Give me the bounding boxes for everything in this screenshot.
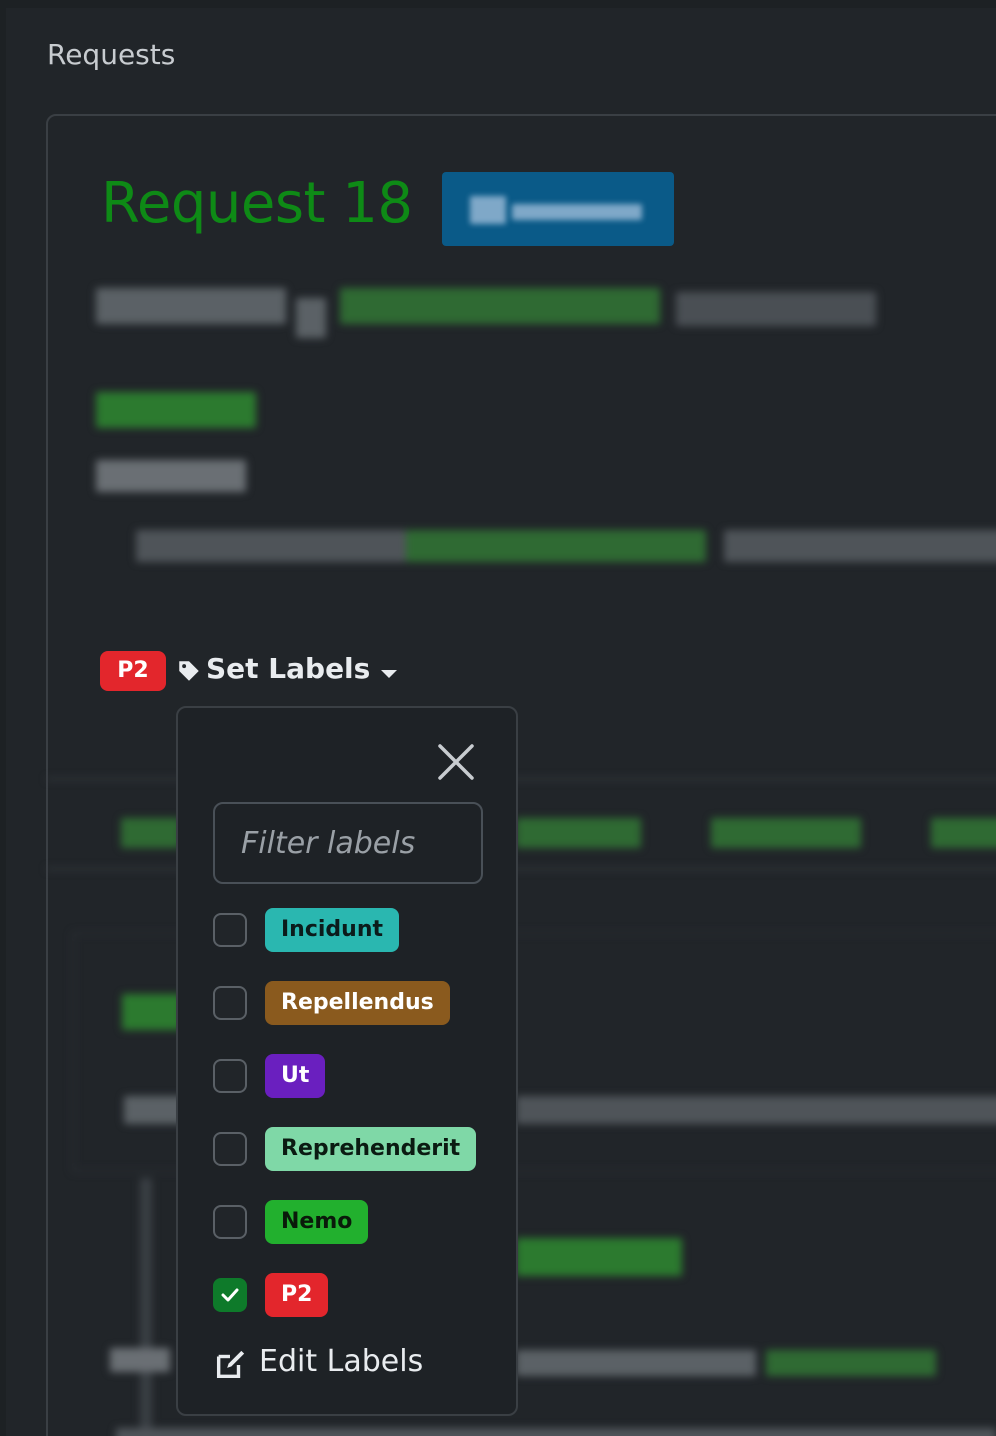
label-chip: Ut <box>265 1054 326 1098</box>
label-chip: Nemo <box>265 1200 369 1244</box>
tag-icon <box>179 661 199 681</box>
close-icon[interactable] <box>436 742 476 782</box>
set-labels-button[interactable]: Set Labels <box>206 652 370 685</box>
label-checkbox[interactable] <box>213 1132 247 1166</box>
label-checkbox[interactable] <box>213 1059 247 1093</box>
chevron-down-icon[interactable] <box>381 670 397 678</box>
label-chip: Reprehenderit <box>265 1127 477 1171</box>
edit-icon <box>216 1350 245 1379</box>
label-chip: Incidunt <box>265 908 400 952</box>
label-option[interactable]: Repellendus <box>213 981 493 1027</box>
label-badge-p2: P2 <box>100 651 166 691</box>
labels-dropdown: Incidunt Repellendus Ut Reprehenderit Nemo P2… <box>176 706 518 1416</box>
label-checkbox[interactable] <box>213 1205 247 1239</box>
check-icon <box>221 1288 239 1302</box>
edit-labels-label: Edit Labels <box>259 1344 424 1379</box>
status-badge <box>442 172 674 246</box>
label-option[interactable]: Incidunt <box>213 908 493 954</box>
label-option[interactable]: Reprehenderit <box>213 1127 493 1173</box>
page-frame: Requests Request 18 P2 Set Labels Filter… <box>6 8 996 1436</box>
label-checkbox[interactable] <box>213 913 247 947</box>
breadcrumb[interactable]: Requests <box>47 38 175 71</box>
label-chip: Repellendus <box>265 981 450 1025</box>
page-title: Request 18 <box>101 171 413 236</box>
label-option[interactable]: P2 <box>213 1273 493 1319</box>
label-chip: P2 <box>265 1273 329 1317</box>
label-option[interactable]: Ut <box>213 1054 493 1100</box>
filter-labels-input[interactable] <box>213 802 483 884</box>
edit-labels-link[interactable]: Edit Labels <box>213 1344 473 1388</box>
label-checkbox[interactable] <box>213 986 247 1020</box>
label-option[interactable]: Nemo <box>213 1200 493 1246</box>
label-checkbox[interactable] <box>213 1278 247 1312</box>
